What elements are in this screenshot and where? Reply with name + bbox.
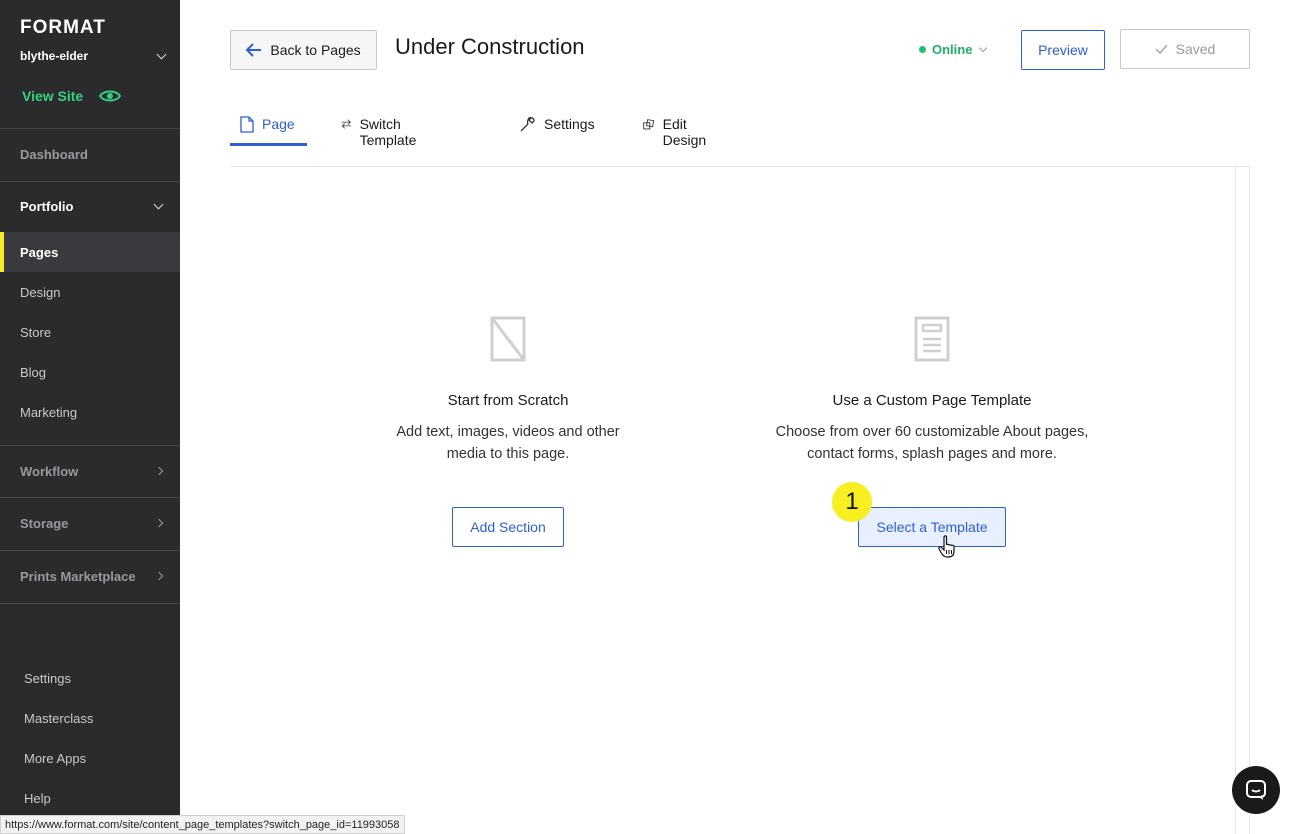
sidebar-item-prints-marketplace[interactable]: Prints Marketplace <box>0 556 180 596</box>
view-site-label: View Site <box>22 88 84 104</box>
design-icon <box>643 119 655 130</box>
site-name: blythe-elder <box>20 49 89 63</box>
status-label: Online <box>932 41 973 57</box>
chevron-down-icon <box>156 49 167 59</box>
sidebar-item-settings[interactable]: Settings <box>0 658 180 698</box>
content-top-border <box>230 166 1250 167</box>
content-right-border <box>1249 166 1250 834</box>
site-switcher[interactable]: blythe-elder <box>20 47 167 65</box>
tab-label: Settings <box>544 116 595 132</box>
option-description: Add text, images, videos and other media… <box>396 424 620 462</box>
start-from-scratch-option: Start from Scratch Add text, images, vid… <box>343 316 673 465</box>
tab-settings[interactable]: Settings <box>519 112 595 146</box>
sidebar-item-pages[interactable]: Pages <box>0 232 180 272</box>
back-to-pages-label: Back to Pages <box>270 42 361 58</box>
chevron-down-icon <box>153 199 164 210</box>
blank-page-icon <box>490 316 526 362</box>
status-dropdown[interactable]: Online <box>919 40 988 58</box>
sidebar-item-dashboard[interactable]: Dashboard <box>0 134 180 174</box>
hand-pointer-cursor-icon <box>938 535 955 558</box>
sidebar-item-design[interactable]: Design <box>0 272 180 312</box>
sidebar-item-store[interactable]: Store <box>0 312 180 352</box>
page-title: Under Construction <box>395 34 585 59</box>
sidebar-item-blog[interactable]: Blog <box>0 352 180 392</box>
format-logo[interactable]: FORMAT <box>20 17 106 39</box>
status-url-bar: https://www.format.com/site/content_page… <box>0 815 405 834</box>
saved-button: Saved <box>1120 29 1250 69</box>
sidebar-item-label: Storage <box>20 515 69 531</box>
view-site-link[interactable]: View Site <box>22 86 122 106</box>
switch-arrows-icon <box>341 119 351 129</box>
wrench-icon <box>520 116 535 132</box>
content-scrollbar-track[interactable] <box>1235 166 1236 834</box>
sidebar-divider <box>0 445 180 446</box>
sidebar-divider <box>0 603 180 604</box>
sidebar-divider <box>0 128 180 129</box>
option-title: Start from Scratch <box>447 392 569 409</box>
sidebar-item-storage[interactable]: Storage <box>0 503 180 543</box>
tab-label: Switch Template <box>359 116 417 148</box>
step-number-badge: 1 <box>832 482 872 522</box>
status-dot-icon <box>919 45 926 53</box>
add-section-button[interactable]: Add Section <box>452 507 564 547</box>
sidebar-item-label: Prints Marketplace <box>20 568 136 584</box>
eye-icon <box>99 90 122 102</box>
chat-icon <box>1246 780 1266 800</box>
sidebar-divider <box>0 497 180 498</box>
chevron-right-icon <box>154 518 164 528</box>
tab-label: Page <box>262 116 295 132</box>
arrow-left-icon <box>246 43 262 57</box>
saved-label: Saved <box>1175 41 1216 57</box>
sidebar-item-marketing[interactable]: Marketing <box>0 392 180 432</box>
sidebar-item-help[interactable]: Help <box>0 778 180 818</box>
tab-label: Edit Design <box>662 116 707 148</box>
select-a-template-button[interactable]: Select a Template <box>858 507 1006 547</box>
tab-switch-template[interactable]: Switch Template <box>341 112 423 148</box>
chevron-right-icon <box>154 466 164 476</box>
template-page-icon <box>914 316 950 362</box>
sidebar-item-label: Workflow <box>20 463 79 479</box>
custom-page-template-option: Use a Custom Page Template Choose from o… <box>767 316 1097 465</box>
sidebar-item-workflow[interactable]: Workflow <box>0 451 180 491</box>
check-icon <box>1155 44 1168 54</box>
sidebar-item-label: Portfolio <box>20 198 74 214</box>
page-icon <box>240 116 254 133</box>
preview-button[interactable]: Preview <box>1021 30 1105 70</box>
chevron-right-icon <box>154 571 164 581</box>
sidebar-divider <box>0 550 180 551</box>
tab-page[interactable]: Page <box>230 112 307 146</box>
sidebar-item-masterclass[interactable]: Masterclass <box>0 698 180 738</box>
option-title: Use a Custom Page Template <box>832 392 1032 409</box>
tab-edit-design[interactable]: Edit Design <box>643 112 712 148</box>
sidebar: FORMAT blythe-elder View Site Dashboard … <box>0 0 180 834</box>
back-to-pages-button[interactable]: Back to Pages <box>230 30 377 70</box>
option-description: Choose from over 60 customizable About p… <box>775 424 1089 462</box>
sidebar-item-portfolio[interactable]: Portfolio <box>0 186 180 226</box>
sidebar-item-more-apps[interactable]: More Apps <box>0 738 180 778</box>
chat-launcher-button[interactable] <box>1232 766 1280 814</box>
chevron-down-icon <box>979 43 988 52</box>
sidebar-divider <box>0 181 180 182</box>
